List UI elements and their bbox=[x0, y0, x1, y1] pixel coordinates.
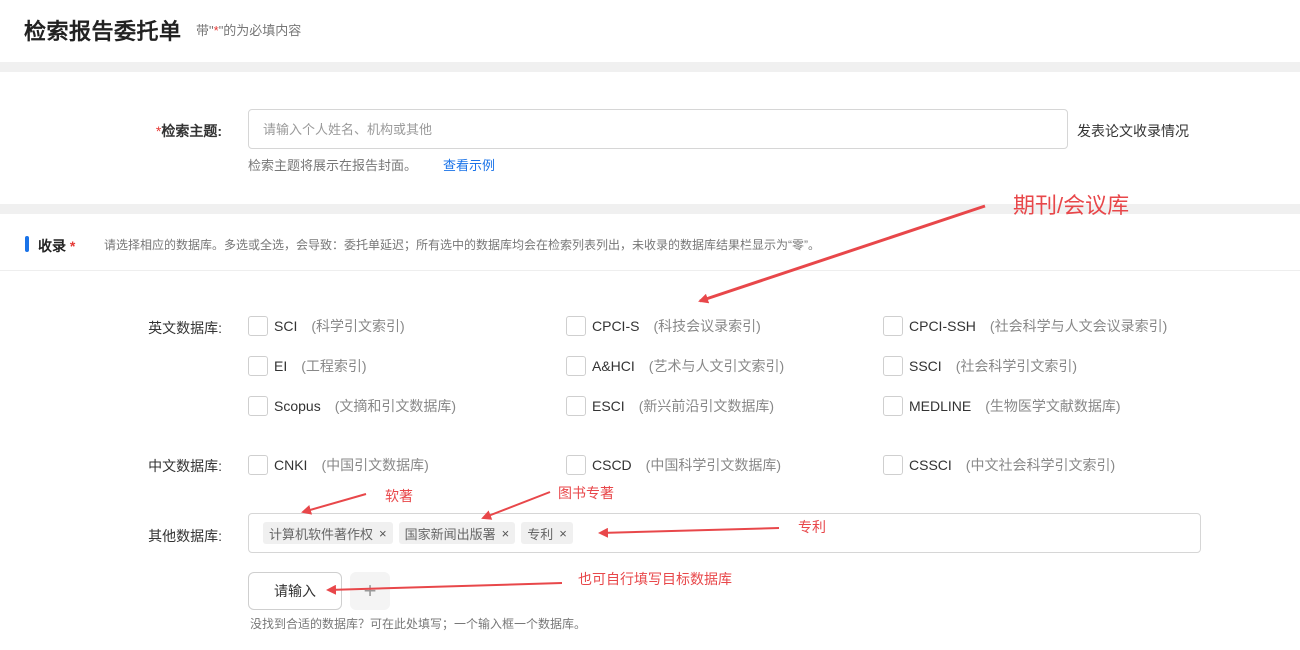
custom-db-hint: 没找到合适的数据库？可在此处填写；一个输入框一个数据库。 bbox=[250, 617, 587, 631]
checkbox-box[interactable] bbox=[566, 455, 586, 475]
collection-title: 收录 * bbox=[38, 238, 76, 254]
checkbox-esci[interactable]: ESCI (新兴前沿引文数据库) bbox=[566, 394, 774, 418]
required-hint: 带"*"的为必填内容 bbox=[196, 23, 302, 38]
annotation-patent: 专利 bbox=[798, 519, 826, 535]
close-icon[interactable]: × bbox=[379, 526, 387, 541]
annotation-journal: 期刊/会议库 bbox=[1013, 193, 1130, 218]
close-icon[interactable]: × bbox=[559, 526, 567, 541]
checkbox-box[interactable] bbox=[566, 316, 586, 336]
tag-software-copyright: 计算机软件著作权 × bbox=[263, 522, 393, 544]
close-icon[interactable]: × bbox=[502, 526, 510, 541]
checkbox-ssci[interactable]: SSCI (社会科学引文索引) bbox=[883, 354, 1077, 378]
annotation-software: 软著 bbox=[385, 488, 413, 504]
page-title: 检索报告委托单 bbox=[24, 19, 182, 44]
checkbox-box[interactable] bbox=[566, 396, 586, 416]
checkbox-box[interactable] bbox=[883, 356, 903, 376]
checkbox-box[interactable] bbox=[248, 455, 268, 475]
checkbox-box[interactable] bbox=[883, 455, 903, 475]
checkbox-sci[interactable]: SCI (科学引文索引) bbox=[248, 314, 405, 338]
checkbox-medline[interactable]: MEDLINE (生物医学文献数据库) bbox=[883, 394, 1121, 418]
section-divider bbox=[0, 62, 1300, 72]
checkbox-cscd[interactable]: CSCD (中国科学引文数据库) bbox=[566, 453, 781, 477]
collection-description: 请选择相应的数据库。多选或全选，会导致：委托单延迟；所有选中的数据库均会在检索列… bbox=[104, 238, 820, 252]
add-db-button[interactable]: + bbox=[350, 572, 390, 610]
checkbox-box[interactable] bbox=[566, 356, 586, 376]
checkbox-box[interactable] bbox=[883, 316, 903, 336]
tag-patent: 专利 × bbox=[521, 522, 573, 544]
checkbox-scopus[interactable]: Scopus (文摘和引文数据库) bbox=[248, 394, 456, 418]
checkbox-box[interactable] bbox=[248, 396, 268, 416]
checkbox-ei[interactable]: EI (工程索引) bbox=[248, 354, 367, 378]
other-db-label: 其他数据库: bbox=[148, 528, 222, 544]
section-accent-bar bbox=[25, 236, 29, 252]
custom-db-input[interactable] bbox=[248, 572, 342, 610]
checkbox-box[interactable] bbox=[248, 356, 268, 376]
checkbox-cnki[interactable]: CNKI (中国引文数据库) bbox=[248, 453, 429, 477]
checkbox-ahci[interactable]: A&HCI (艺术与人文引文索引) bbox=[566, 354, 784, 378]
annotation-custom: 也可自行填写目标数据库 bbox=[578, 571, 732, 587]
arrow-journal bbox=[698, 204, 986, 304]
annotation-book: 图书专著 bbox=[558, 485, 614, 501]
tag-press-publication: 国家新闻出版署 × bbox=[398, 522, 516, 544]
chinese-db-label: 中文数据库: bbox=[148, 458, 222, 474]
checkbox-box[interactable] bbox=[883, 396, 903, 416]
plus-icon: + bbox=[363, 578, 377, 603]
subject-suffix: 发表论文收录情况 bbox=[1077, 123, 1189, 139]
english-db-label: 英文数据库: bbox=[148, 320, 222, 336]
checkbox-cpci-ssh[interactable]: CPCI-SSH (社会科学与人文会议录索引) bbox=[883, 314, 1167, 338]
arrow-software bbox=[301, 493, 367, 515]
view-example-link[interactable]: 查看示例 bbox=[443, 155, 495, 174]
checkbox-cssci[interactable]: CSSCI (中文社会科学引文索引) bbox=[883, 453, 1115, 477]
checkbox-box[interactable] bbox=[248, 316, 268, 336]
divider-line bbox=[0, 270, 1300, 271]
subject-input[interactable] bbox=[248, 109, 1068, 149]
other-db-tag-input[interactable]: 计算机软件著作权 × 国家新闻出版署 × 专利 × bbox=[248, 513, 1201, 553]
subject-helper: 检索主题将展示在报告封面。 bbox=[248, 158, 418, 173]
subject-label: *检索主题: bbox=[155, 123, 222, 139]
checkbox-cpci-s[interactable]: CPCI-S (科技会议录索引) bbox=[566, 314, 761, 338]
